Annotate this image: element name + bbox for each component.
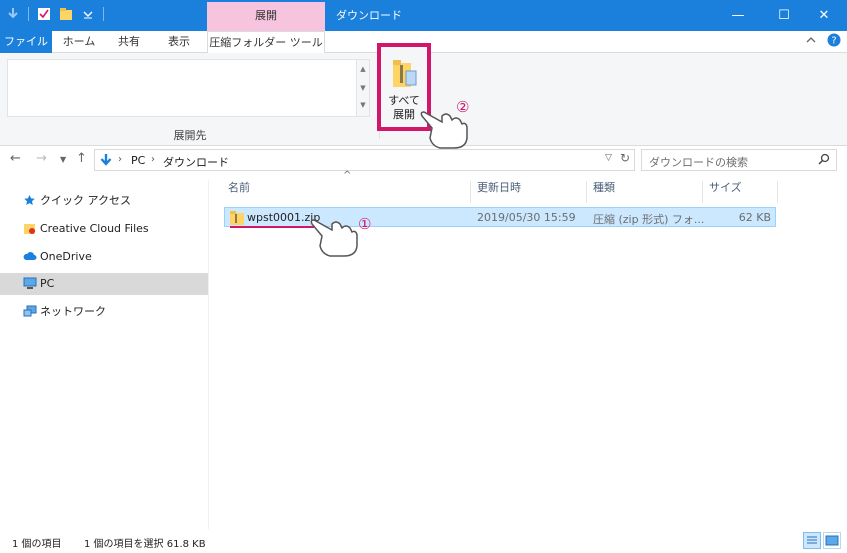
up-button[interactable]: ↑	[76, 151, 87, 166]
large-icons-view-icon	[825, 535, 839, 546]
sidebar-item-creative-cloud[interactable]: Creative Cloud Files	[0, 218, 208, 240]
file-type: 圧縮 (zip 形式) フォ...	[593, 213, 705, 226]
table-row[interactable]: wpst0001.zip 2019/05/30 15:59 圧縮 (zip 形式…	[224, 207, 776, 227]
computer-icon	[23, 277, 37, 289]
address-bar: ← → ▼ ↑ › PC › ダウンロード ▽ ↻ ダウンロードの検索	[0, 147, 847, 173]
extract-destination-gallery[interactable]	[7, 59, 359, 117]
status-bar: 1 個の項目 1 個の項目を選択 61.8 KB	[0, 529, 847, 553]
sidebar-item-label: クイック アクセス	[40, 194, 131, 207]
callout-step2: ②	[456, 98, 470, 116]
back-button[interactable]: ←	[10, 151, 21, 166]
pointing-hand-icon	[310, 219, 358, 257]
column-header-name[interactable]: 名前	[222, 181, 471, 203]
downloads-icon	[100, 154, 112, 166]
column-header-size[interactable]: サイズ	[703, 181, 778, 203]
collapse-ribbon-icon[interactable]	[805, 34, 817, 46]
details-view-icon	[807, 536, 817, 544]
help-icon[interactable]: ?	[827, 33, 841, 47]
address-dropdown-icon[interactable]: ▽	[605, 153, 612, 163]
download-icon[interactable]	[6, 7, 20, 21]
refresh-icon[interactable]: ↻	[620, 151, 630, 165]
callout-step1: ①	[358, 215, 372, 233]
tab-home[interactable]: ホーム	[58, 31, 100, 53]
scroll-down-icon[interactable]: ▼	[357, 79, 369, 98]
star-icon	[24, 195, 35, 205]
sidebar-item-label: PC	[40, 277, 55, 290]
callout-underline	[230, 226, 314, 228]
tab-view[interactable]: 表示	[158, 31, 200, 53]
forward-button[interactable]: →	[36, 151, 47, 166]
chevron-right-icon[interactable]: ›	[118, 154, 122, 165]
sidebar-item-label: Creative Cloud Files	[40, 222, 149, 235]
address-field[interactable]: › PC › ダウンロード	[94, 149, 635, 171]
group-label-destination: 展開先	[173, 129, 207, 142]
ribbon-controls: ?	[805, 33, 841, 47]
search-placeholder: ダウンロードの検索	[649, 156, 748, 169]
cloud-icon	[23, 252, 37, 260]
gallery-scrollbar[interactable]: ▲ ▼ ▼	[356, 59, 370, 117]
chevron-right-icon[interactable]: ›	[151, 154, 155, 165]
tab-compressed-folder-tools[interactable]: 圧縮フォルダー ツール	[207, 31, 325, 54]
gallery-more-icon[interactable]: ▼	[357, 98, 369, 112]
tab-share[interactable]: 共有	[108, 31, 150, 53]
file-size: 62 KB	[738, 211, 771, 224]
column-header-modified[interactable]: 更新日時	[471, 181, 587, 203]
status-item-count: 1 個の項目	[12, 539, 62, 550]
new-folder-icon[interactable]	[59, 7, 73, 21]
large-icons-view-button[interactable]	[823, 532, 841, 549]
qat-separator	[103, 7, 104, 21]
window-title: ダウンロード	[336, 9, 402, 22]
sidebar-item-label: ネットワーク	[40, 305, 106, 318]
title-bar: 展開 ダウンロード — ☐ ✕	[0, 0, 847, 31]
context-tab-extract: 展開	[207, 2, 325, 31]
search-input[interactable]: ダウンロードの検索	[641, 149, 837, 171]
view-toggle	[803, 532, 841, 549]
zip-folder-icon	[393, 60, 417, 87]
sidebar-item-pc[interactable]: PC	[0, 273, 208, 295]
properties-icon[interactable]	[37, 7, 51, 21]
quick-access-toolbar	[6, 7, 104, 21]
tab-file[interactable]: ファイル	[0, 31, 52, 53]
close-button[interactable]: ✕	[801, 0, 847, 31]
column-header-type[interactable]: 種類	[587, 181, 703, 203]
recent-locations-button[interactable]: ▼	[60, 155, 66, 164]
sidebar-item-quick-access[interactable]: クイック アクセス	[0, 190, 208, 212]
scroll-up-icon[interactable]: ▲	[357, 60, 369, 79]
creative-cloud-icon	[24, 224, 35, 234]
search-icon[interactable]	[818, 153, 830, 165]
customize-qat-icon[interactable]	[81, 7, 95, 21]
extract-all-label-line1: すべて	[388, 94, 420, 107]
breadcrumb-current[interactable]: ダウンロード	[163, 154, 229, 170]
zip-folder-icon	[230, 211, 244, 225]
status-selection: 1 個の項目を選択 61.8 KB	[84, 539, 206, 550]
minimize-button[interactable]: —	[715, 0, 761, 31]
file-modified: 2019/05/30 15:59	[477, 211, 576, 224]
navigation-pane: クイック アクセス Creative Cloud Files OneDrive …	[0, 180, 209, 529]
pointing-hand-icon	[420, 111, 468, 149]
sidebar-item-network[interactable]: ネットワーク	[0, 301, 208, 323]
sidebar-item-onedrive[interactable]: OneDrive	[0, 246, 208, 268]
sort-ascending-icon: ^	[343, 170, 352, 181]
svg-text:?: ?	[831, 36, 836, 47]
sidebar-item-label: OneDrive	[40, 250, 92, 263]
network-icon	[23, 305, 37, 317]
details-view-button[interactable]	[803, 532, 821, 549]
breadcrumb-pc[interactable]: PC	[131, 154, 145, 167]
qat-separator	[28, 7, 29, 21]
